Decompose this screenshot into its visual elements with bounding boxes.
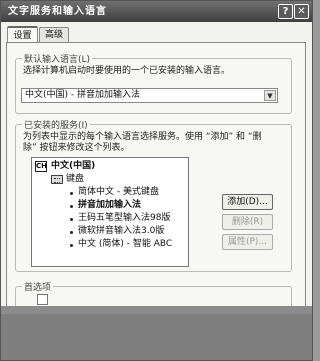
obscured-area [1, 306, 312, 360]
bullet-icon [70, 231, 73, 234]
language-bar-icon[interactable] [37, 294, 48, 305]
title-bar[interactable]: 文字服务和输入语言 ? ✕ [1, 1, 312, 22]
tree-item[interactable]: 简体中文 - 美式键盘 [78, 187, 159, 198]
installed-services-description-2: 除” 按钮来修改这个列表。 [23, 143, 130, 153]
default-language-description: 选择计算机启动时要使用的一个已安装的输入语言。 [23, 66, 231, 76]
keyboard-icon [51, 175, 63, 184]
preferences-label: 首选项 [22, 280, 54, 293]
default-language-label: 默认输入语言(L) [22, 52, 93, 65]
window-title: 文字服务和输入语言 [8, 6, 107, 17]
bullet-icon [70, 192, 73, 195]
installed-services-description-1: 为列表中显示的每个输入语言选择服务。使用 “添加” 和 “删 [23, 132, 262, 142]
remove-button[interactable]: 删除(R) [222, 214, 273, 230]
services-tree[interactable]: CH 中文(中国) 键盘 简体中文 - 美式键盘 拼音加加输入法 王码五笔型输入… [31, 157, 189, 267]
dialog-window: 文字服务和输入语言 ? ✕ 设置 高级 默认输入语言(L) 选择计算机启动时要使… [0, 0, 313, 361]
installed-services-label: 已安装的服务(I) [22, 118, 90, 131]
tab-advanced[interactable]: 高级 [39, 27, 69, 43]
bullet-icon [70, 244, 73, 247]
properties-button[interactable]: 属性(P)... [222, 234, 273, 250]
bullet-icon [70, 205, 73, 208]
tree-language-node[interactable]: 中文(中国) [51, 161, 95, 172]
tree-item[interactable]: 微软拼音输入法3.0版 [78, 226, 164, 237]
close-button[interactable]: ✕ [294, 4, 309, 19]
tree-keyboard-node[interactable]: 键盘 [66, 174, 84, 185]
chevron-down-icon[interactable]: ▼ [264, 90, 276, 101]
default-language-select[interactable]: 中文(中国) - 拼音加加输入法 ▼ [21, 88, 278, 103]
default-language-value: 中文(中国) - 拼音加加输入法 [25, 90, 140, 100]
bullet-icon [70, 218, 73, 221]
help-button[interactable]: ? [278, 4, 293, 19]
tree-item[interactable]: 中文 (简体) - 智能 ABC [78, 239, 172, 250]
tree-item-selected[interactable]: 拼音加加输入法 [78, 200, 141, 211]
add-button[interactable]: 添加(D)... [222, 194, 273, 210]
tab-settings[interactable]: 设置 [7, 26, 38, 43]
tree-item[interactable]: 王码五笔型输入法98版 [78, 213, 170, 224]
obscured-band [1, 314, 312, 360]
language-icon: CH [35, 161, 47, 172]
